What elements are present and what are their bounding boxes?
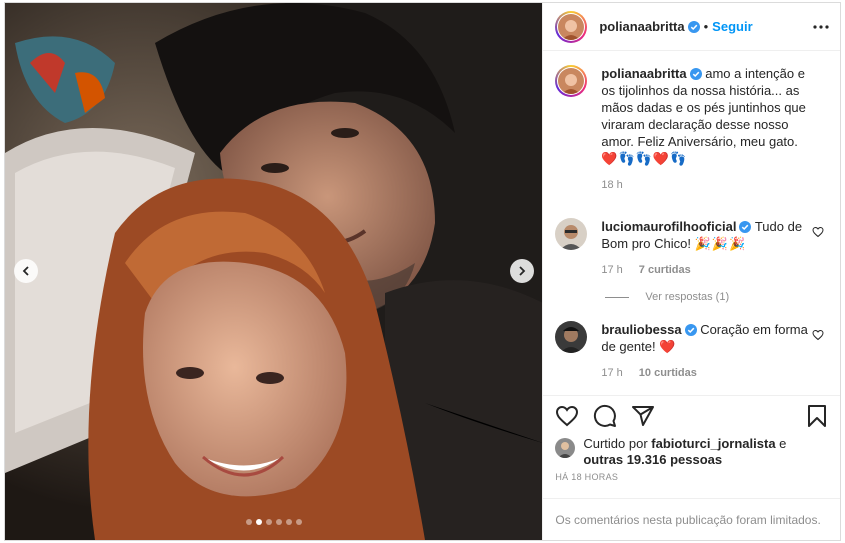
caption-author-avatar[interactable] [555,65,588,97]
post-timestamp[interactable]: HÁ 18 HORAS [543,468,840,482]
comment-author[interactable]: luciomaurofilhooficial [601,219,736,234]
avatar-image [555,321,588,353]
avatar-image [558,13,585,40]
replies-divider [605,296,630,298]
like-button[interactable] [555,404,579,428]
verified-badge-icon [684,324,697,336]
chevron-left-icon [22,266,29,276]
carousel-dot [266,519,272,525]
carousel-next-button[interactable] [510,259,534,283]
comment-likes[interactable]: 7 curtidas [639,262,691,279]
carousel-dot-active [256,519,262,525]
avatar-image [555,218,588,250]
liker-username[interactable]: fabioturci_jornalista [651,436,775,451]
carousel-dot [246,519,252,525]
likes-text: Curtido por fabioturci_jornalista e outr… [583,436,828,468]
follow-button[interactable]: Seguir [712,19,752,34]
verified-badge-icon [689,68,702,80]
commenter-avatar[interactable] [555,218,588,250]
commenter-avatar[interactable] [555,321,588,353]
likes-connector: e [779,436,787,451]
chevron-right-icon [519,266,526,276]
carousel-dot [296,519,302,525]
verified-badge-icon [739,221,752,233]
carousel-prev-button[interactable] [14,259,38,283]
author-username[interactable]: polianaabritta [599,19,684,34]
caption: polianaabritta amo a intenção e os tijol… [555,65,828,194]
comment-emoji: 🎉🎉🎉 [694,236,747,251]
view-replies-label: Ver respostas (1) [645,291,730,303]
author-avatar[interactable] [555,10,588,43]
liker-avatar[interactable] [555,438,576,458]
header-separator: • [703,19,709,34]
comment-likes[interactable]: 10 curtidas [639,365,697,382]
carousel-indicator [5,519,542,525]
save-button[interactable] [806,404,828,428]
avatar-image [558,68,585,94]
caption-author[interactable]: polianaabritta [601,66,686,81]
paper-plane-icon [632,406,655,426]
verified-badge-icon [687,20,700,33]
caption-time[interactable]: 18 h [601,177,622,194]
likes-summary: Curtido por fabioturci_jornalista e outr… [543,436,840,468]
likes-prefix: Curtido por [583,436,648,451]
carousel-dot [286,519,292,525]
comment-button[interactable] [593,404,617,428]
caption-body: polianaabritta amo a intenção e os tijol… [601,65,809,194]
caption-emoji: ❤️👣👣❤️👣 [601,151,688,166]
comments-limited-notice: Os comentários nesta publicação foram li… [543,498,840,540]
more-options-icon[interactable] [812,24,830,30]
comment-author[interactable]: brauliobessa [601,322,681,337]
comment-bubble-icon [594,404,617,427]
bookmark-icon [808,405,826,427]
comment-body: luciomaurofilhooficial Tudo de Bom pro C… [601,218,809,279]
comment-time[interactable]: 17 h [601,262,622,279]
instagram-post: polianaabritta • Seguir polianaabritta a… [4,2,841,541]
comment-time[interactable]: 17 h [601,365,622,382]
share-button[interactable] [631,404,655,428]
selfie-photo [5,3,543,540]
avatar-image [555,438,576,458]
comment-item: luciomaurofilhooficial Tudo de Bom pro C… [555,218,828,279]
like-comment-heart-icon[interactable] [812,226,824,238]
likes-others[interactable]: outras 19.316 pessoas [583,452,722,467]
comment-body: brauliobessa Coração em forma de gente! … [601,321,809,382]
comments-section: polianaabritta amo a intenção e os tijol… [543,51,840,395]
post-actions [543,395,840,436]
carousel-dot [276,519,282,525]
like-comment-heart-icon[interactable] [812,329,824,341]
view-replies-button[interactable]: Ver respostas (1) [605,291,828,303]
comment-emoji: ❤️ [659,339,677,354]
post-side-panel: polianaabritta • Seguir polianaabritta a… [542,3,840,540]
comment-item: brauliobessa Coração em forma de gente! … [555,321,828,382]
post-media[interactable] [5,3,543,540]
post-header: polianaabritta • Seguir [543,3,840,51]
heart-icon [556,405,579,427]
